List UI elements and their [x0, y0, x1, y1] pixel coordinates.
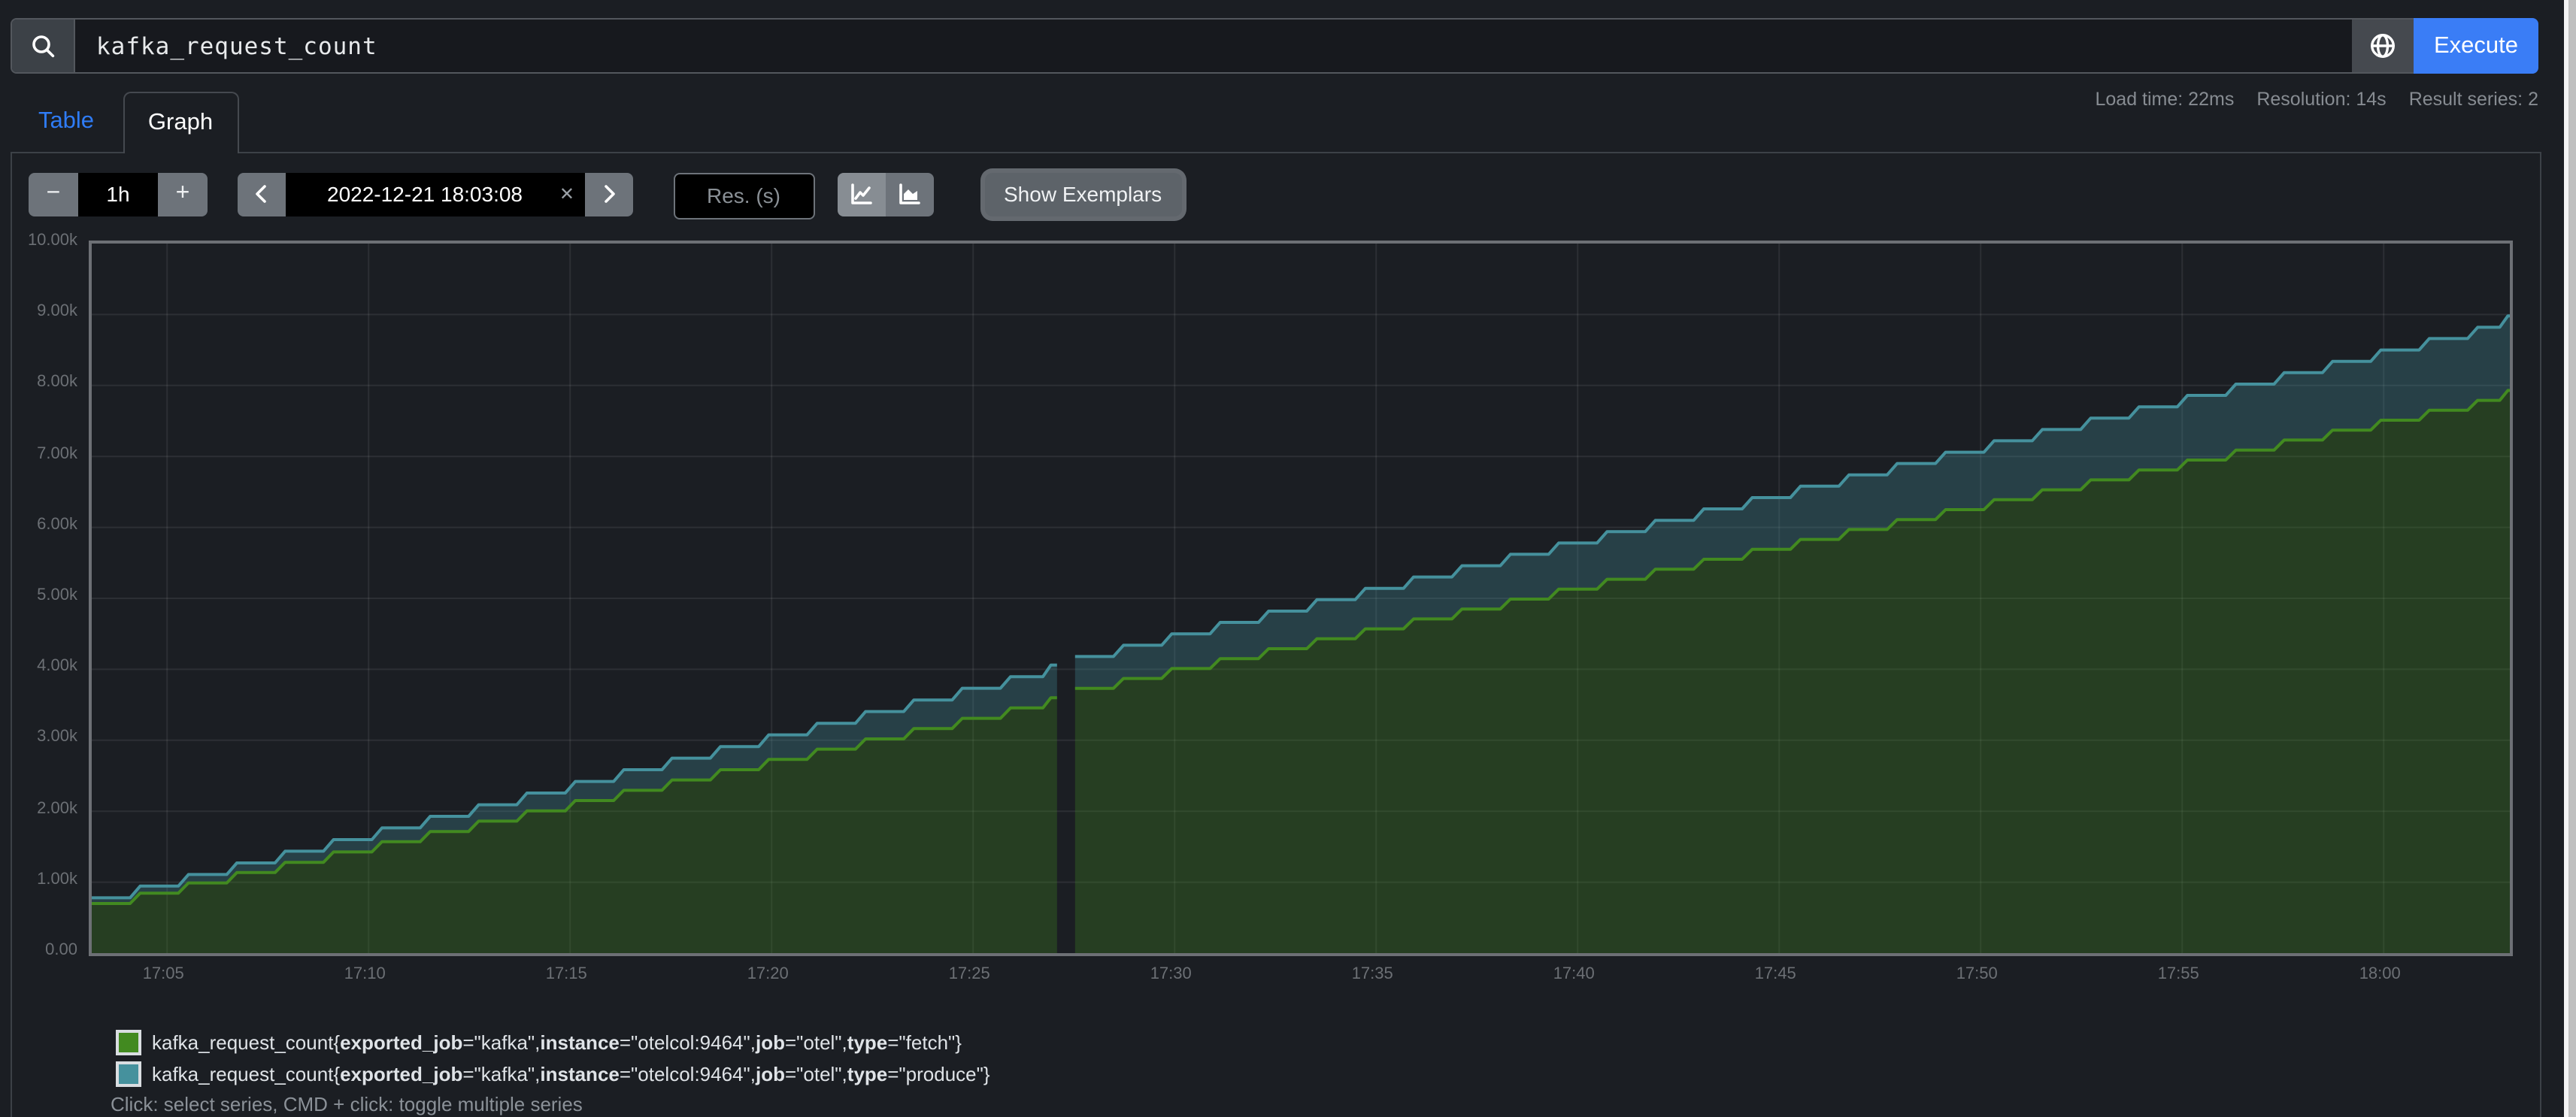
range-input[interactable] — [78, 172, 158, 216]
stacked-chart-button[interactable] — [886, 172, 934, 216]
load-time: Load time: 22ms — [2096, 89, 2235, 110]
y-axis-label: 7.00k — [11, 444, 77, 462]
search-icon — [29, 32, 56, 59]
chevron-left-icon — [253, 183, 271, 204]
legend-item[interactable]: kafka_request_count{exported_job="kafka"… — [116, 1058, 990, 1090]
query-stats: Load time: 22ms Resolution: 14s Result s… — [2096, 89, 2539, 110]
query-bar: Execute — [11, 18, 2538, 74]
datetime-value: 2022-12-21 18:03:08 — [327, 182, 544, 206]
y-axis-label: 2.00k — [11, 799, 77, 817]
query-expression-input[interactable] — [75, 20, 2352, 72]
x-axis-label: 17:05 — [126, 965, 201, 983]
execute-button[interactable]: Execute — [2414, 18, 2538, 74]
y-axis-label: 6.00k — [11, 516, 77, 534]
time-back-button[interactable] — [238, 172, 286, 216]
stacked-chart-icon — [898, 182, 922, 206]
datetime-input[interactable]: 2022-12-21 18:03:08 ✕ — [286, 172, 585, 216]
search-addon — [12, 20, 75, 72]
page-scrollbar[interactable] — [2564, 0, 2576, 1117]
graph-panel: − + 2022-12-21 18:03:08 ✕ — [10, 152, 2541, 1117]
result-series: Result series: 2 — [2409, 89, 2538, 110]
x-axis-label: 17:50 — [1939, 965, 2014, 983]
x-axis-label: 17:15 — [529, 965, 604, 983]
screenshot-stage: Execute Load time: 22ms Resolution: 14s … — [0, 0, 2576, 1117]
resolution-input[interactable] — [673, 172, 814, 219]
chart-type-toggle — [838, 172, 934, 216]
y-axis-label: 10.00k — [11, 232, 77, 250]
x-axis-label: 17:35 — [1335, 965, 1410, 983]
legend-swatch — [116, 1061, 141, 1087]
x-axis-label: 17:10 — [327, 965, 402, 983]
tab-graph[interactable]: Graph — [123, 92, 238, 153]
legend-item[interactable]: kafka_request_count{exported_job="kafka"… — [116, 1027, 990, 1058]
y-axis-label: 5.00k — [11, 586, 77, 604]
legend-swatch — [116, 1030, 141, 1055]
x-axis-label: 18:00 — [2342, 965, 2417, 983]
show-exemplars-button[interactable]: Show Exemplars — [984, 172, 1181, 216]
x-axis-label: 17:20 — [730, 965, 805, 983]
x-axis-label: 17:30 — [1133, 965, 1208, 983]
prometheus-graph-page: Execute Load time: 22ms Resolution: 14s … — [0, 0, 2576, 1117]
panel-tabs: Table Graph — [10, 92, 238, 152]
chevron-right-icon — [600, 183, 618, 204]
y-axis-label: 4.00k — [11, 657, 77, 675]
y-axis-label: 0.00 — [11, 941, 77, 959]
x-axis-label: 17:25 — [932, 965, 1007, 983]
plot-area[interactable] — [88, 241, 2512, 956]
increase-range-button[interactable]: + — [158, 172, 208, 216]
y-axis-label: 9.00k — [11, 302, 77, 320]
tab-table[interactable]: Table — [10, 92, 123, 152]
y-axis-label: 8.00k — [11, 374, 77, 392]
resolution: Resolution: 14s — [2256, 89, 2386, 110]
stacked-area-chart[interactable] — [91, 244, 2509, 953]
line-chart-button[interactable] — [838, 172, 886, 216]
y-axis-label: 3.00k — [11, 728, 77, 746]
time-forward-button[interactable] — [585, 172, 633, 216]
y-axis-label: 1.00k — [11, 870, 77, 888]
clear-datetime-icon[interactable]: ✕ — [559, 183, 574, 204]
chart-legend: kafka_request_count{exported_job="kafka"… — [116, 1027, 990, 1090]
query-input-group — [11, 18, 2352, 74]
decrease-range-button[interactable]: − — [29, 172, 78, 216]
x-axis-label: 17:45 — [1738, 965, 1813, 983]
globe-icon — [2368, 32, 2397, 60]
x-axis-label: 17:40 — [1536, 965, 1611, 983]
scrollbar-thumb[interactable] — [2568, 0, 2576, 1117]
timezone-globe-button[interactable] — [2352, 18, 2414, 74]
x-axis-label: 17:55 — [2141, 965, 2216, 983]
datetime-control: 2022-12-21 18:03:08 ✕ — [238, 172, 633, 216]
line-chart-icon — [850, 182, 874, 206]
legend-hint: Click: select series, CMD + click: toggl… — [111, 1093, 583, 1115]
duration-control: − + — [29, 172, 208, 216]
